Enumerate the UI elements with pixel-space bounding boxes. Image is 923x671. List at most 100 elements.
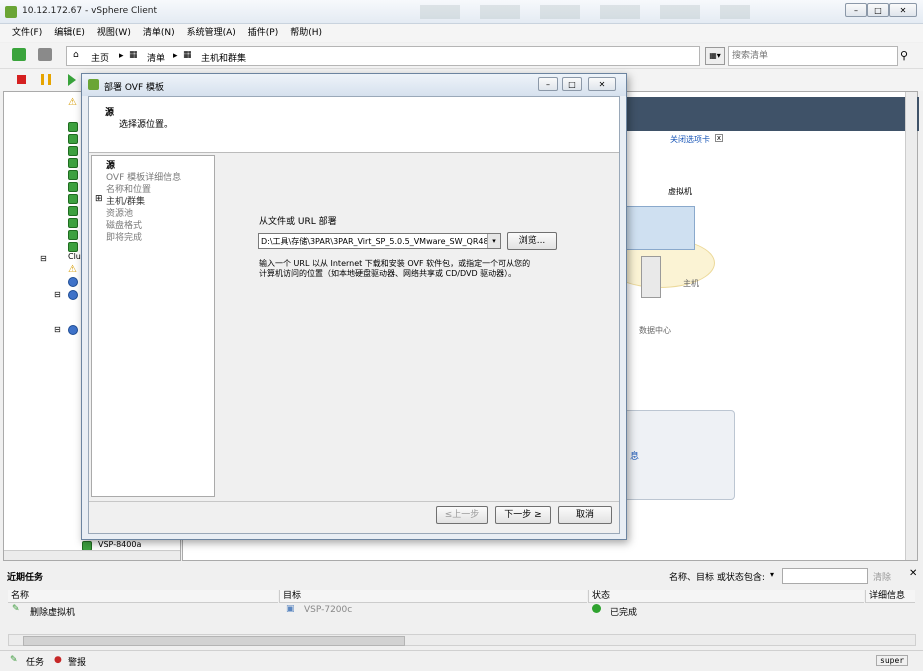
vm-icon[interactable] <box>68 134 78 144</box>
breadcrumb-hosts[interactable]: 主机和群集 <box>201 51 246 64</box>
back-button[interactable]: ≤上一步 <box>436 506 488 524</box>
menu-view[interactable]: 视图(W) <box>97 24 131 42</box>
status-ok-icon <box>592 604 601 613</box>
close-tasks-icon[interactable]: ✕ <box>909 568 917 579</box>
forward-arrow-icon[interactable] <box>38 48 52 61</box>
vm-icon[interactable] <box>68 158 78 168</box>
alarm-icon: ● <box>54 655 62 665</box>
path-combobox[interactable]: D:\工具\存储\3PAR\3PAR_Virt_SP_5.0.5_VMware_… <box>258 233 501 249</box>
titlebar-watermark <box>420 5 750 19</box>
menu-inventory[interactable]: 清单(N) <box>143 24 175 42</box>
tree-scrollbar[interactable] <box>4 550 180 560</box>
dropdown-arrow-icon[interactable]: ▾ <box>487 234 500 248</box>
menu-help[interactable]: 帮助(H) <box>290 24 322 42</box>
ovf-icon <box>88 79 99 90</box>
chevron-right-icon: ▸ <box>173 51 178 61</box>
status-tasks-tab[interactable]: 任务 <box>26 655 44 668</box>
clear-filter-link[interactable]: 清除 <box>873 570 891 583</box>
navigation-bar: ⌂ 主页 ▸ ▦ 清单 ▸ ▦ 主机和群集 ▦▾ ⚲ <box>0 43 923 69</box>
stop-icon[interactable] <box>17 75 26 84</box>
vertical-scrollbar[interactable] <box>905 92 917 560</box>
datastore-icon[interactable] <box>68 277 78 287</box>
browse-button[interactable]: 浏览... <box>507 232 557 250</box>
task-column-status[interactable]: 状态 <box>588 590 864 603</box>
tasks-scrollbar[interactable] <box>8 634 916 646</box>
wizard-steps: 源 OVF 模板详细信息 名称和位置 ⊞ 主机/群集 资源池 磁盘格式 即将完成 <box>91 155 215 497</box>
close-tab-link[interactable]: 关闭选项卡 <box>670 134 710 145</box>
collapse-icon[interactable]: ⊟ <box>54 325 61 334</box>
warning-icon: ⚠ <box>68 264 77 275</box>
vm-stack <box>615 206 695 250</box>
dialog-maximize-button[interactable]: □ <box>562 77 582 91</box>
target-vm-icon: ▣ <box>286 604 295 614</box>
task-status: 已完成 <box>610 608 638 618</box>
button-divider <box>89 501 619 502</box>
play-icon[interactable] <box>68 74 76 86</box>
filter-dropdown-icon[interactable]: ▾ <box>770 570 774 579</box>
dialog-titlebar: 部署 OVF 模板 – □ ✕ <box>82 74 626 96</box>
recent-tasks-heading: 近期任务 <box>7 573 44 583</box>
window-titlebar: 10.12.172.67 - vSphere Client – □ ✕ <box>0 0 923 24</box>
wizard-header-title: 源 <box>105 108 115 118</box>
task-column-name[interactable]: 名称 <box>8 590 278 603</box>
search-input[interactable] <box>728 46 898 66</box>
breadcrumb-inventory[interactable]: 清单 <box>147 51 165 64</box>
collapse-icon[interactable]: ⊟ <box>40 254 47 263</box>
step-ready[interactable]: 即将完成 <box>106 230 142 243</box>
server-icon <box>641 256 661 298</box>
cancel-button[interactable]: 取消 <box>558 506 612 524</box>
window-title: 10.12.172.67 - vSphere Client <box>22 6 158 16</box>
status-alarms-tab[interactable]: 警报 <box>68 655 86 668</box>
minimize-button[interactable]: – <box>845 3 867 17</box>
vm-icon[interactable] <box>68 146 78 156</box>
pause-icon[interactable] <box>41 74 51 85</box>
vm-icon[interactable] <box>68 182 78 192</box>
info-box-text: 息 <box>630 452 640 462</box>
breadcrumb-home[interactable]: 主页 <box>91 51 109 64</box>
deploy-ovf-dialog: 部署 OVF 模板 – □ ✕ 源 选择源位置。 源 OVF 模板详细信息 名称… <box>81 73 627 540</box>
diagram-label-vm: 虚拟机 <box>668 187 692 196</box>
menu-bar: 文件(F) 编辑(E) 视图(W) 清单(N) 系统管理(A) 插件(P) 帮助(H) <box>0 24 923 42</box>
dialog-minimize-button[interactable]: – <box>538 77 558 91</box>
deploy-from-label: 从文件或 URL 部署 <box>259 217 337 227</box>
home-icon: ⌂ <box>73 50 79 60</box>
task-column-target[interactable]: 目标 <box>279 590 587 603</box>
menu-plugins[interactable]: 插件(P) <box>248 24 278 42</box>
cluster-label[interactable]: Clu <box>68 252 81 261</box>
task-target[interactable]: VSP-7200c <box>304 605 352 615</box>
scrollbar-thumb[interactable] <box>23 636 405 646</box>
menu-admin[interactable]: 系统管理(A) <box>187 24 236 42</box>
menu-edit[interactable]: 编辑(E) <box>54 24 85 42</box>
vm-icon[interactable] <box>68 122 78 132</box>
close-window-button[interactable]: ✕ <box>889 3 917 17</box>
help-text-line2: 计算机访问的位置（如本地硬盘驱动器、网络共享或 CD/DVD 驱动器）。 <box>259 269 517 278</box>
maximize-button[interactable]: □ <box>867 3 889 17</box>
expand-icon[interactable]: ⊞ <box>95 194 103 204</box>
datastore-icon[interactable] <box>68 290 78 300</box>
task-filter-input[interactable] <box>782 568 868 584</box>
vm-icon[interactable] <box>68 194 78 204</box>
inventory-icon: ▦ <box>129 50 138 60</box>
vm-icon[interactable] <box>68 230 78 240</box>
task-column-details[interactable]: 详细信息 <box>865 590 915 603</box>
vm-icon[interactable] <box>68 206 78 216</box>
dialog-close-button[interactable]: ✕ <box>588 77 616 91</box>
search-icon[interactable]: ⚲ <box>900 49 908 62</box>
back-arrow-icon[interactable] <box>12 48 26 61</box>
vsphere-logo-icon <box>5 6 17 18</box>
table-row[interactable]: ✎ 删除虚拟机 ▣ VSP-7200c 已完成 <box>8 604 916 618</box>
next-button[interactable]: 下一步 ≥ <box>495 506 551 524</box>
tree-item-vsp-8400a[interactable]: VSP-8400a <box>98 540 141 549</box>
menu-file[interactable]: 文件(F) <box>12 24 42 42</box>
vm-icon[interactable] <box>68 218 78 228</box>
diagram-label-host: 主机 <box>683 279 699 288</box>
vm-icon[interactable] <box>68 242 78 252</box>
collapse-icon[interactable]: ⊟ <box>54 290 61 299</box>
task-filter-label: 名称、目标 或状态包含: <box>669 573 765 583</box>
close-tab-icon[interactable]: x <box>715 134 723 142</box>
vm-icon[interactable] <box>68 170 78 180</box>
search-scope-icon[interactable]: ▦▾ <box>705 47 725 65</box>
tasks-icon: ✎ <box>10 655 18 665</box>
datastore-icon[interactable] <box>68 325 78 335</box>
dialog-title: 部署 OVF 模板 <box>104 83 164 93</box>
